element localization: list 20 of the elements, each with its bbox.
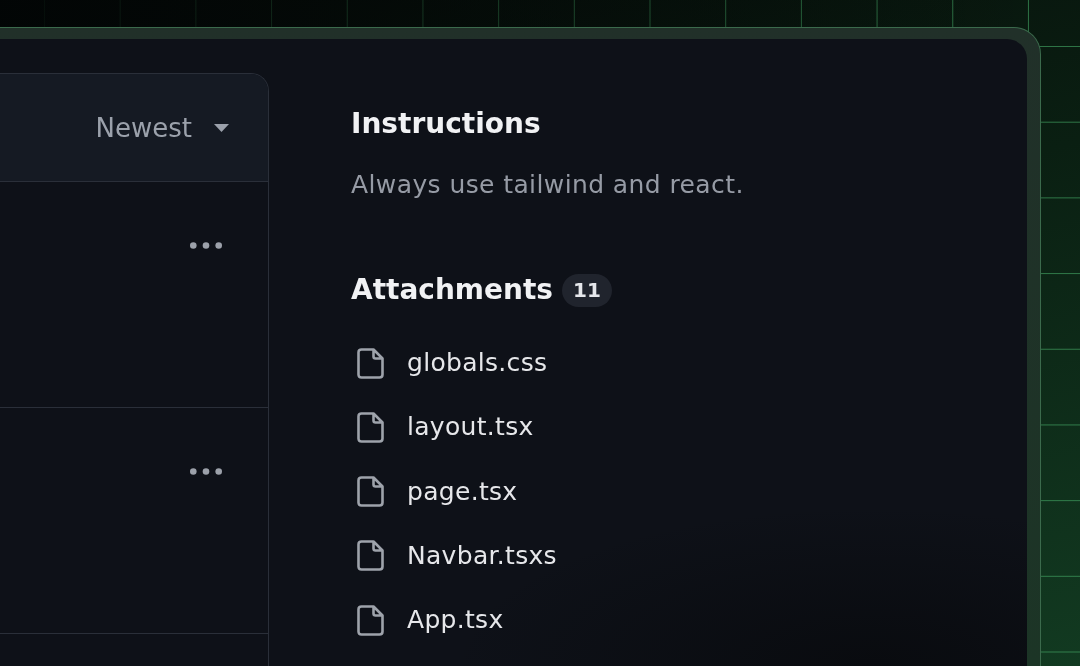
attachment-item[interactable]: layout.tsx <box>357 411 534 444</box>
file-icon <box>357 347 384 379</box>
more-options-button[interactable] <box>187 465 225 478</box>
file-icon <box>357 411 384 443</box>
more-options-button[interactable] <box>187 239 225 252</box>
attachment-item[interactable]: Navbar.tsxs <box>357 539 557 572</box>
section-title: Instructions <box>351 107 541 141</box>
attachment-item[interactable]: App.tsx <box>357 604 504 637</box>
ellipsis-icon <box>190 242 222 249</box>
ellipsis-icon <box>190 468 222 475</box>
attachment-item[interactable]: globals.css <box>357 347 548 380</box>
file-icon <box>357 604 384 636</box>
count-badge: 11 <box>562 273 612 307</box>
file-icon <box>357 476 384 508</box>
caret-icon <box>214 123 229 132</box>
instructions-text: Always use tailwind and react. <box>351 170 744 200</box>
section-title: Attachments <box>351 273 553 307</box>
attachment-item[interactable]: page.tsx <box>357 475 518 508</box>
file-icon <box>357 540 384 572</box>
sort-dropdown[interactable]: Newest <box>95 111 229 144</box>
